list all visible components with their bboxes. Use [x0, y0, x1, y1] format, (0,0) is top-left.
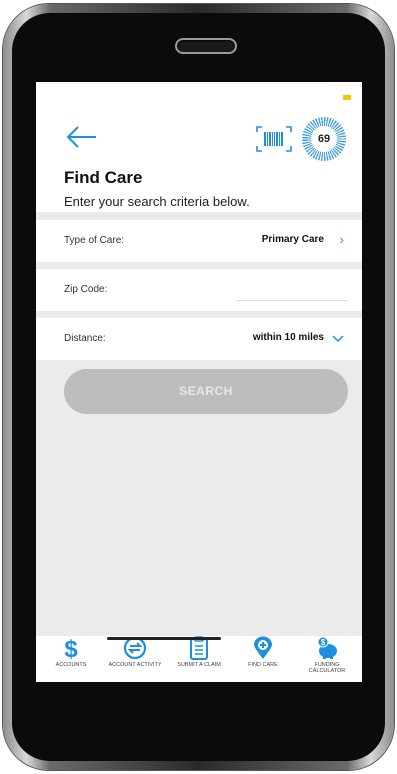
- tab-funding-calculator[interactable]: $ FUNDING CALCULATOR: [296, 636, 358, 682]
- tab-find-care-label: FIND CARE: [248, 662, 278, 668]
- chevron-right-icon: ›: [339, 232, 344, 247]
- tab-account-activity[interactable]: ACCOUNT ACTIVITY: [104, 636, 166, 682]
- barcode-icon[interactable]: [256, 126, 292, 152]
- search-button[interactable]: SEARCH: [64, 369, 348, 414]
- type-of-care-label: Type of Care:: [64, 235, 125, 246]
- distance-label: Distance:: [64, 333, 106, 344]
- dollar-icon: $: [64, 636, 78, 660]
- score-badge[interactable]: 69: [302, 117, 346, 161]
- page-subtitle: Enter your search criteria below.: [64, 194, 250, 209]
- tab-accounts-label: ACCOUNTS: [55, 662, 87, 668]
- status-indicator: [343, 95, 351, 100]
- svg-text:$: $: [321, 638, 326, 647]
- zip-code-label: Zip Code:: [64, 284, 108, 295]
- tab-submit-claim-label: SUBMIT A CLAIM: [177, 662, 221, 668]
- piggy-bank-icon: $: [317, 636, 337, 659]
- app-screen: 69 Find Care Enter your search criteria …: [36, 82, 362, 682]
- distance-value: within 10 miles: [252, 332, 324, 343]
- location-plus-icon: [254, 636, 272, 659]
- score-badge-value: 69: [311, 126, 337, 152]
- chevron-down-icon: [332, 335, 344, 343]
- back-arrow-icon[interactable]: [66, 125, 98, 149]
- zip-code-row: Zip Code:: [36, 269, 362, 311]
- zip-code-underline[interactable]: [236, 300, 348, 301]
- tab-find-care[interactable]: FIND CARE: [232, 636, 294, 682]
- svg-text:$: $: [64, 636, 78, 660]
- page-title: Find Care: [64, 168, 143, 187]
- tab-accounts[interactable]: $ ACCOUNTS: [40, 636, 102, 682]
- tab-submit-claim[interactable]: SUBMIT A CLAIM: [168, 636, 230, 682]
- type-of-care-row[interactable]: Type of Care: Primary Care ›: [36, 220, 362, 262]
- home-indicator[interactable]: [107, 637, 221, 640]
- type-of-care-value: Primary Care: [261, 234, 324, 245]
- distance-row[interactable]: Distance: within 10 miles: [36, 318, 362, 360]
- tab-funding-calculator-label: FUNDING CALCULATOR: [308, 662, 346, 674]
- header: 69 Find Care Enter your search criteria …: [36, 82, 362, 212]
- phone-speaker: [175, 38, 237, 54]
- bottom-tab-bar: $ ACCOUNTS ACCOUNT ACTIVITY SUBMIT A CLA…: [36, 636, 362, 682]
- tab-account-activity-label: ACCOUNT ACTIVITY: [108, 662, 162, 668]
